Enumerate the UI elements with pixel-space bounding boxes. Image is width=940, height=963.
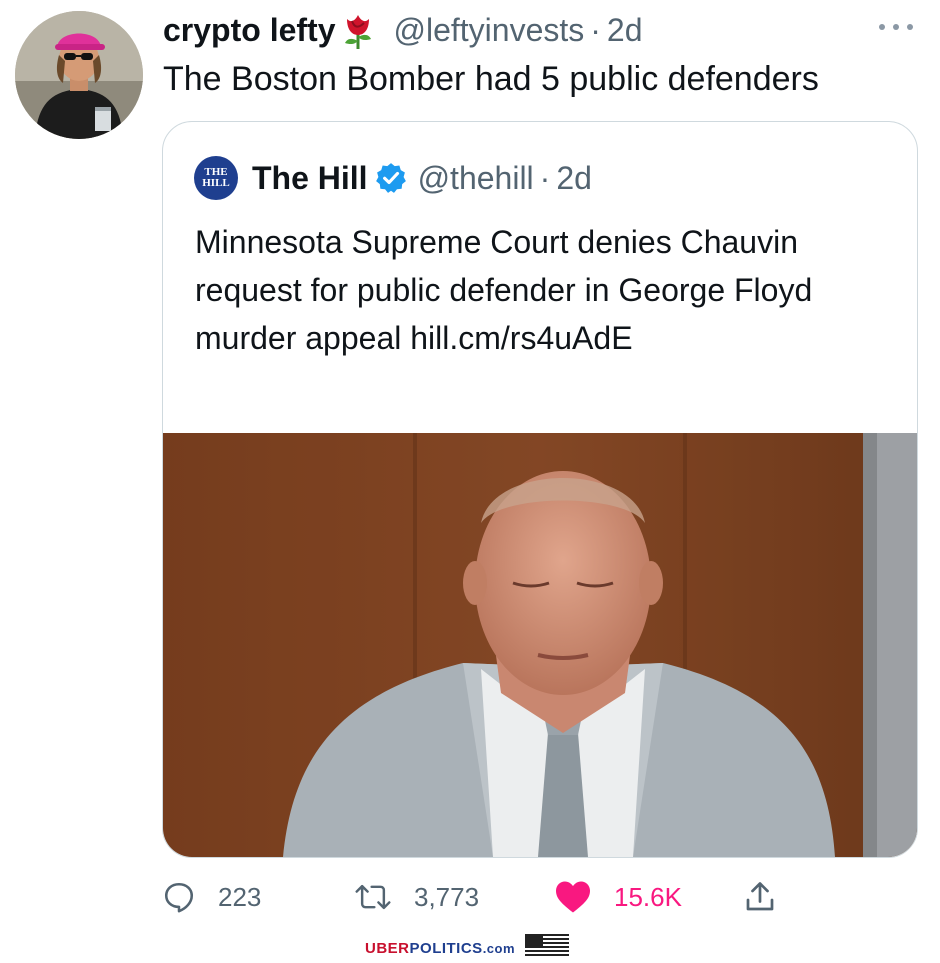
share-button[interactable] xyxy=(742,872,778,922)
retweet-count: 3,773 xyxy=(414,881,480,912)
reply-icon xyxy=(164,882,194,913)
tweet-text: The Boston Bomber had 5 public defenders xyxy=(163,60,819,98)
avatar[interactable] xyxy=(15,11,143,139)
share-icon xyxy=(746,882,774,911)
timestamp[interactable]: 2d xyxy=(607,12,643,49)
quoted-tweet-header: THE HILL The Hill @thehill · 2d xyxy=(194,155,592,201)
quoted-display-name[interactable]: The Hill xyxy=(252,160,368,197)
like-button[interactable]: 15.6K xyxy=(554,872,682,922)
quoted-tweet-image[interactable] xyxy=(163,433,917,857)
watermark-uber: UBER xyxy=(365,939,410,957)
rose-icon xyxy=(337,9,379,51)
quoted-timestamp[interactable]: 2d xyxy=(556,160,592,197)
quoted-tweet-text: Minnesota Supreme Court denies Chauvin r… xyxy=(195,224,813,356)
tweet-actions: 223 3,773 15.6K xyxy=(162,872,802,922)
quoted-tweet-card[interactable]: THE HILL The Hill @thehill · 2d Minnesot… xyxy=(162,121,918,858)
watermark: UBER POLITICS .com xyxy=(365,933,570,963)
more-options-icon[interactable] xyxy=(876,20,916,32)
quoted-separator-dot: · xyxy=(539,159,551,196)
display-name[interactable]: crypto lefty xyxy=(163,12,335,49)
quoted-handle[interactable]: @thehill xyxy=(418,160,534,197)
retweet-button[interactable]: 3,773 xyxy=(354,872,479,922)
like-count: 15.6K xyxy=(614,881,682,912)
watermark-com: .com xyxy=(482,940,516,956)
watermark-politics: POLITICS xyxy=(409,939,483,957)
verified-badge-icon xyxy=(374,161,408,195)
handle[interactable]: @leftyinvests xyxy=(393,12,584,49)
reply-count: 223 xyxy=(218,881,262,912)
the-hill-logo: THE HILL xyxy=(194,156,238,200)
separator-dot: · xyxy=(590,11,601,48)
heart-icon xyxy=(556,881,590,913)
retweet-icon xyxy=(355,884,391,910)
logo-text-line2: HILL xyxy=(202,177,230,189)
reply-button[interactable]: 223 xyxy=(162,872,261,922)
us-flag-icon xyxy=(525,934,570,962)
tweet-header: crypto lefty @leftyinvests · 2d xyxy=(163,8,643,52)
